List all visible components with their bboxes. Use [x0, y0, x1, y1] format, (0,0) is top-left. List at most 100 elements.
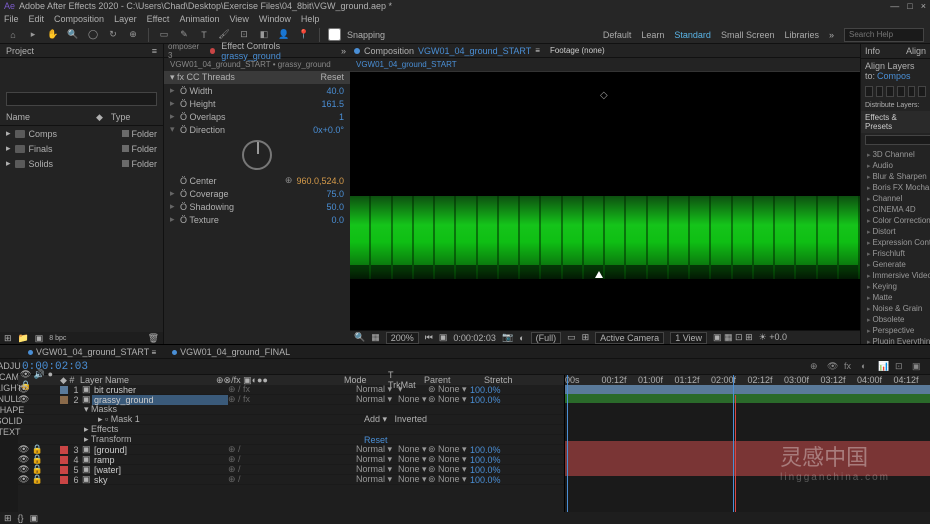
pen-tool[interactable]: ✎ [177, 28, 191, 42]
effect-category[interactable]: Generate [861, 259, 930, 270]
trash-icon[interactable]: 🗑 [148, 333, 159, 344]
align-vcenter[interactable] [908, 86, 916, 97]
project-search[interactable] [6, 92, 157, 106]
rotate-tool[interactable]: ↻ [106, 28, 120, 42]
menu-help[interactable]: Help [301, 14, 320, 24]
roto-tool[interactable]: 👤 [277, 28, 291, 42]
effect-category[interactable]: Noise & Grain [861, 303, 930, 314]
col-name[interactable]: Name [6, 112, 96, 123]
tl-search-icon[interactable]: ⊕ [810, 361, 822, 373]
effect-category[interactable]: Matte [861, 292, 930, 303]
home-icon[interactable]: ⌂ [6, 28, 20, 42]
effect-category[interactable]: Obsolete [861, 314, 930, 325]
bar-solids[interactable] [565, 441, 930, 476]
ec-effect-name[interactable]: ▾ fx CC ThreadsReset [164, 71, 350, 84]
channel-icon[interactable]: ◐ [519, 333, 524, 343]
effect-category[interactable]: Channel [861, 193, 930, 204]
effect-category[interactable]: Keying [861, 281, 930, 292]
effect-category[interactable]: Perspective [861, 325, 930, 336]
new-folder-icon[interactable]: 📁 [18, 333, 29, 344]
bpc-label[interactable]: 8 bpc [49, 335, 66, 342]
ws-learn[interactable]: Learn [641, 30, 664, 40]
menu-file[interactable]: File [4, 14, 19, 24]
align-left[interactable] [865, 86, 873, 97]
project-tab[interactable]: Project≡ [0, 44, 163, 58]
effect-category[interactable]: Immersive Video [861, 270, 930, 281]
align-hcenter[interactable] [876, 86, 884, 97]
shape-tool[interactable]: ▭ [157, 28, 171, 42]
col-type[interactable]: Type [111, 112, 131, 123]
menu-composition[interactable]: Composition [54, 14, 104, 24]
roi-icon[interactable]: ▭ [567, 332, 576, 343]
tl-mb-icon[interactable]: ◐ [861, 361, 873, 373]
composition-canvas[interactable] [350, 72, 860, 330]
ws-more[interactable]: » [829, 30, 834, 40]
effects-search[interactable] [865, 135, 930, 145]
orbit-tool[interactable]: ◯ [86, 28, 100, 42]
close-btn[interactable]: × [921, 1, 926, 11]
footage-tab[interactable]: Footage (none) [550, 46, 605, 55]
prop-width[interactable]: ▸Ö Width40.0 [164, 84, 350, 97]
ec-tab-1[interactable]: omposer 3 [168, 42, 204, 60]
ws-small[interactable]: Small Screen [721, 30, 775, 40]
puppet-tool[interactable]: 📍 [297, 28, 311, 42]
tl-tab-1[interactable]: VGW01_04_ground_START ≡ [24, 347, 160, 357]
col-swatch[interactable]: ◆ [96, 112, 103, 123]
min-btn[interactable]: — [890, 1, 899, 11]
menu-layer[interactable]: Layer [114, 14, 137, 24]
tl-draft-icon[interactable]: ⊡ [895, 361, 907, 373]
folder-solids[interactable]: ▸Solids Folder [0, 156, 163, 171]
info-tab[interactable]: Info [865, 46, 880, 56]
effect-category[interactable]: Frischluft [861, 248, 930, 259]
view-select[interactable]: 1 View [670, 332, 707, 344]
time-display[interactable]: 0:00:02:03 [453, 333, 496, 343]
mask-icon[interactable]: ▦ [371, 332, 380, 343]
direction-dial[interactable] [242, 140, 272, 170]
stamp-tool[interactable]: ⊡ [237, 28, 251, 42]
folder-finals[interactable]: ▸Finals Folder [0, 141, 163, 156]
playhead-start[interactable] [567, 375, 568, 512]
time-nav-icon[interactable]: ⏮ [425, 332, 433, 343]
zoom-select[interactable]: 200% [386, 332, 419, 344]
tl-frame-icon[interactable]: ▣ [30, 513, 39, 524]
anchor-tool[interactable]: ⊕ [126, 28, 140, 42]
frame-icon[interactable]: ▣ [439, 332, 448, 343]
menu-effect[interactable]: Effect [147, 14, 170, 24]
res-select[interactable]: (Full) [531, 332, 562, 344]
max-btn[interactable]: □ [907, 1, 912, 11]
3d-icons[interactable]: ▣ ▦ ⊡ ⊞ [713, 332, 753, 343]
prop-direction[interactable]: ▾Ö Direction0x+0.0° [164, 123, 350, 136]
align-right[interactable] [886, 86, 894, 97]
prop-shadowing[interactable]: ▸Ö Shadowing50.0 [164, 200, 350, 213]
effect-category[interactable]: Distort [861, 226, 930, 237]
prop-height[interactable]: ▸Ö Height161.5 [164, 97, 350, 110]
bar-grassy[interactable] [565, 394, 930, 403]
effects-presets-tab[interactable]: Effects & Presets [861, 111, 930, 133]
eraser-tool[interactable]: ◧ [257, 28, 271, 42]
help-search[interactable] [844, 28, 924, 42]
menu-edit[interactable]: Edit [29, 14, 45, 24]
tl-toggle-icon[interactable]: ⊞ [4, 513, 12, 524]
interp-icon[interactable]: ⊞ [4, 333, 12, 344]
zoom-tool[interactable]: 🔍 [66, 28, 80, 42]
snapshot-icon[interactable]: 📷 [502, 332, 513, 343]
brush-tool[interactable]: 🖌 [217, 28, 231, 42]
camera-select[interactable]: Active Camera [595, 332, 664, 344]
effect-category[interactable]: Blur & Sharpen [861, 171, 930, 182]
composition-tab[interactable]: Composition VGW01_04_ground_START ≡ [354, 46, 540, 56]
prop-center[interactable]: Ö Center⊕960.0,524.0 [164, 174, 350, 187]
tl-fx-icon[interactable]: fx [844, 361, 856, 373]
text-tool[interactable]: T [197, 28, 211, 42]
tl-shy-icon[interactable]: 👁 [827, 361, 839, 373]
comp-breadcrumb[interactable]: VGW01_04_ground_START [350, 58, 860, 72]
selection-tool[interactable]: ▸ [26, 28, 40, 42]
ws-default[interactable]: Default [603, 30, 632, 40]
effect-category[interactable]: Expression Controls [861, 237, 930, 248]
hand-tool[interactable]: ✋ [46, 28, 60, 42]
align-top[interactable] [897, 86, 905, 97]
tl-sidebar[interactable]: ADJUCAMLIGHTNULLSHAPESOLIDTEXT [0, 359, 18, 512]
ws-standard[interactable]: Standard [674, 30, 711, 40]
new-comp-icon[interactable]: ▣ [35, 333, 44, 344]
menu-window[interactable]: Window [259, 14, 291, 24]
tl-brace-icon[interactable]: {} [18, 513, 24, 523]
